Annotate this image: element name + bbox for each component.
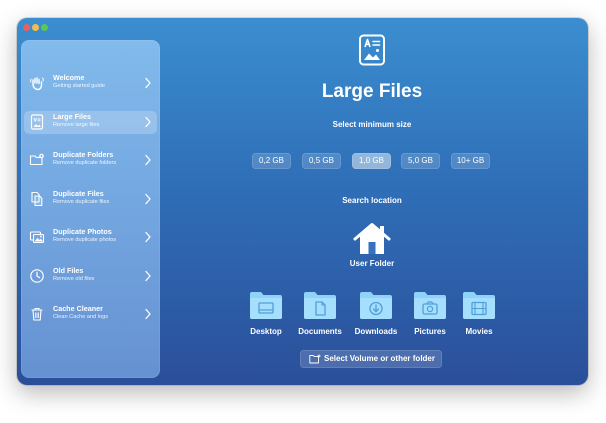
sidebar-item-duplicate-photos[interactable]: Duplicate Photos Remove duplicate photos [24, 226, 157, 249]
wave-hand-icon [30, 77, 44, 91]
downloads-folder-icon[interactable] [359, 290, 393, 320]
user-folder-label: User Folder [349, 259, 395, 268]
home-icon[interactable] [353, 222, 391, 256]
location-section-label: Search location [342, 196, 402, 205]
chevron-right-icon [145, 193, 151, 205]
chevron-right-icon [145, 231, 151, 243]
sidebar-item-old-files[interactable]: Old Files Remove old files [24, 265, 157, 288]
folder-label-desktop: Desktop [250, 327, 282, 336]
sidebar-item-title: Cache Cleaner [53, 304, 103, 313]
folder-add-icon [309, 354, 321, 364]
folder-label-documents: Documents [298, 327, 342, 336]
sidebar-item-subtitle: Remove old files [53, 276, 95, 282]
size-option-5-0gb[interactable]: 5,0 GB [401, 153, 440, 169]
movies-folder-icon[interactable] [462, 290, 496, 320]
size-option-0-2gb[interactable]: 0,2 GB [252, 153, 291, 169]
sidebar-item-title: Duplicate Photos [53, 227, 112, 236]
sidebar-item-subtitle: Remove duplicate folders [53, 160, 117, 166]
sidebar-item-subtitle: Remove large files [53, 122, 100, 128]
sidebar: Welcome Getting started guide Large File… [21, 40, 160, 378]
pictures-folder-icon[interactable] [413, 290, 447, 320]
size-option-0-5gb[interactable]: 0,5 GB [302, 153, 341, 169]
sidebar-item-title: Welcome [53, 73, 85, 82]
duplicate-photos-icon [29, 231, 45, 244]
chevron-right-icon [145, 308, 151, 320]
size-section-label: Select minimum size [332, 120, 412, 129]
sidebar-item-title: Duplicate Folders [53, 150, 114, 159]
sidebar-item-welcome[interactable]: Welcome Getting started guide [24, 72, 157, 95]
clock-icon [30, 269, 44, 283]
sidebar-item-subtitle: Getting started guide [53, 83, 105, 89]
sidebar-item-cache-cleaner[interactable]: Cache Cleaner Clean Cache and logs [24, 303, 157, 326]
sidebar-item-title: Duplicate Files [53, 189, 104, 198]
chevron-right-icon [145, 77, 151, 89]
sidebar-item-title: Old Files [53, 266, 84, 275]
folder-label-movies: Movies [465, 327, 493, 336]
chevron-right-icon [145, 154, 151, 166]
trash-icon [31, 307, 43, 321]
select-volume-label: Select Volume or other folder [324, 354, 435, 363]
sidebar-item-large-files[interactable]: Large Files Remove large files [24, 111, 157, 134]
folder-label-downloads: Downloads [354, 327, 398, 336]
page-title: Large Files [321, 81, 423, 102]
sidebar-item-subtitle: Clean Cache and logs [53, 314, 109, 320]
sidebar-item-title: Large Files [53, 112, 91, 121]
app-window: Welcome Getting started guide Large File… [17, 18, 588, 385]
chevron-right-icon [145, 116, 151, 128]
large-file-icon [30, 114, 44, 130]
sidebar-item-duplicate-folders[interactable]: Duplicate Folders Remove duplicate folde… [24, 149, 157, 172]
chevron-right-icon [145, 270, 151, 282]
sidebar-item-duplicate-files[interactable]: Duplicate Files Remove duplicate files [24, 188, 157, 211]
duplicate-files-icon [31, 191, 43, 207]
size-option-10plus-gb[interactable]: 10+ GB [451, 153, 490, 169]
desktop-folder-icon[interactable] [249, 290, 283, 320]
zoom-window-button[interactable] [41, 24, 48, 31]
sidebar-item-subtitle: Remove duplicate files [53, 199, 110, 205]
size-option-1-0gb[interactable]: 1,0 GB [352, 153, 391, 169]
close-window-button[interactable] [23, 24, 30, 31]
duplicate-folder-icon [29, 153, 44, 166]
minimize-window-button[interactable] [32, 24, 39, 31]
select-volume-button[interactable]: Select Volume or other folder [300, 350, 442, 368]
sidebar-item-subtitle: Remove duplicate photos [53, 237, 117, 243]
documents-folder-icon[interactable] [303, 290, 337, 320]
large-file-icon [359, 34, 385, 66]
